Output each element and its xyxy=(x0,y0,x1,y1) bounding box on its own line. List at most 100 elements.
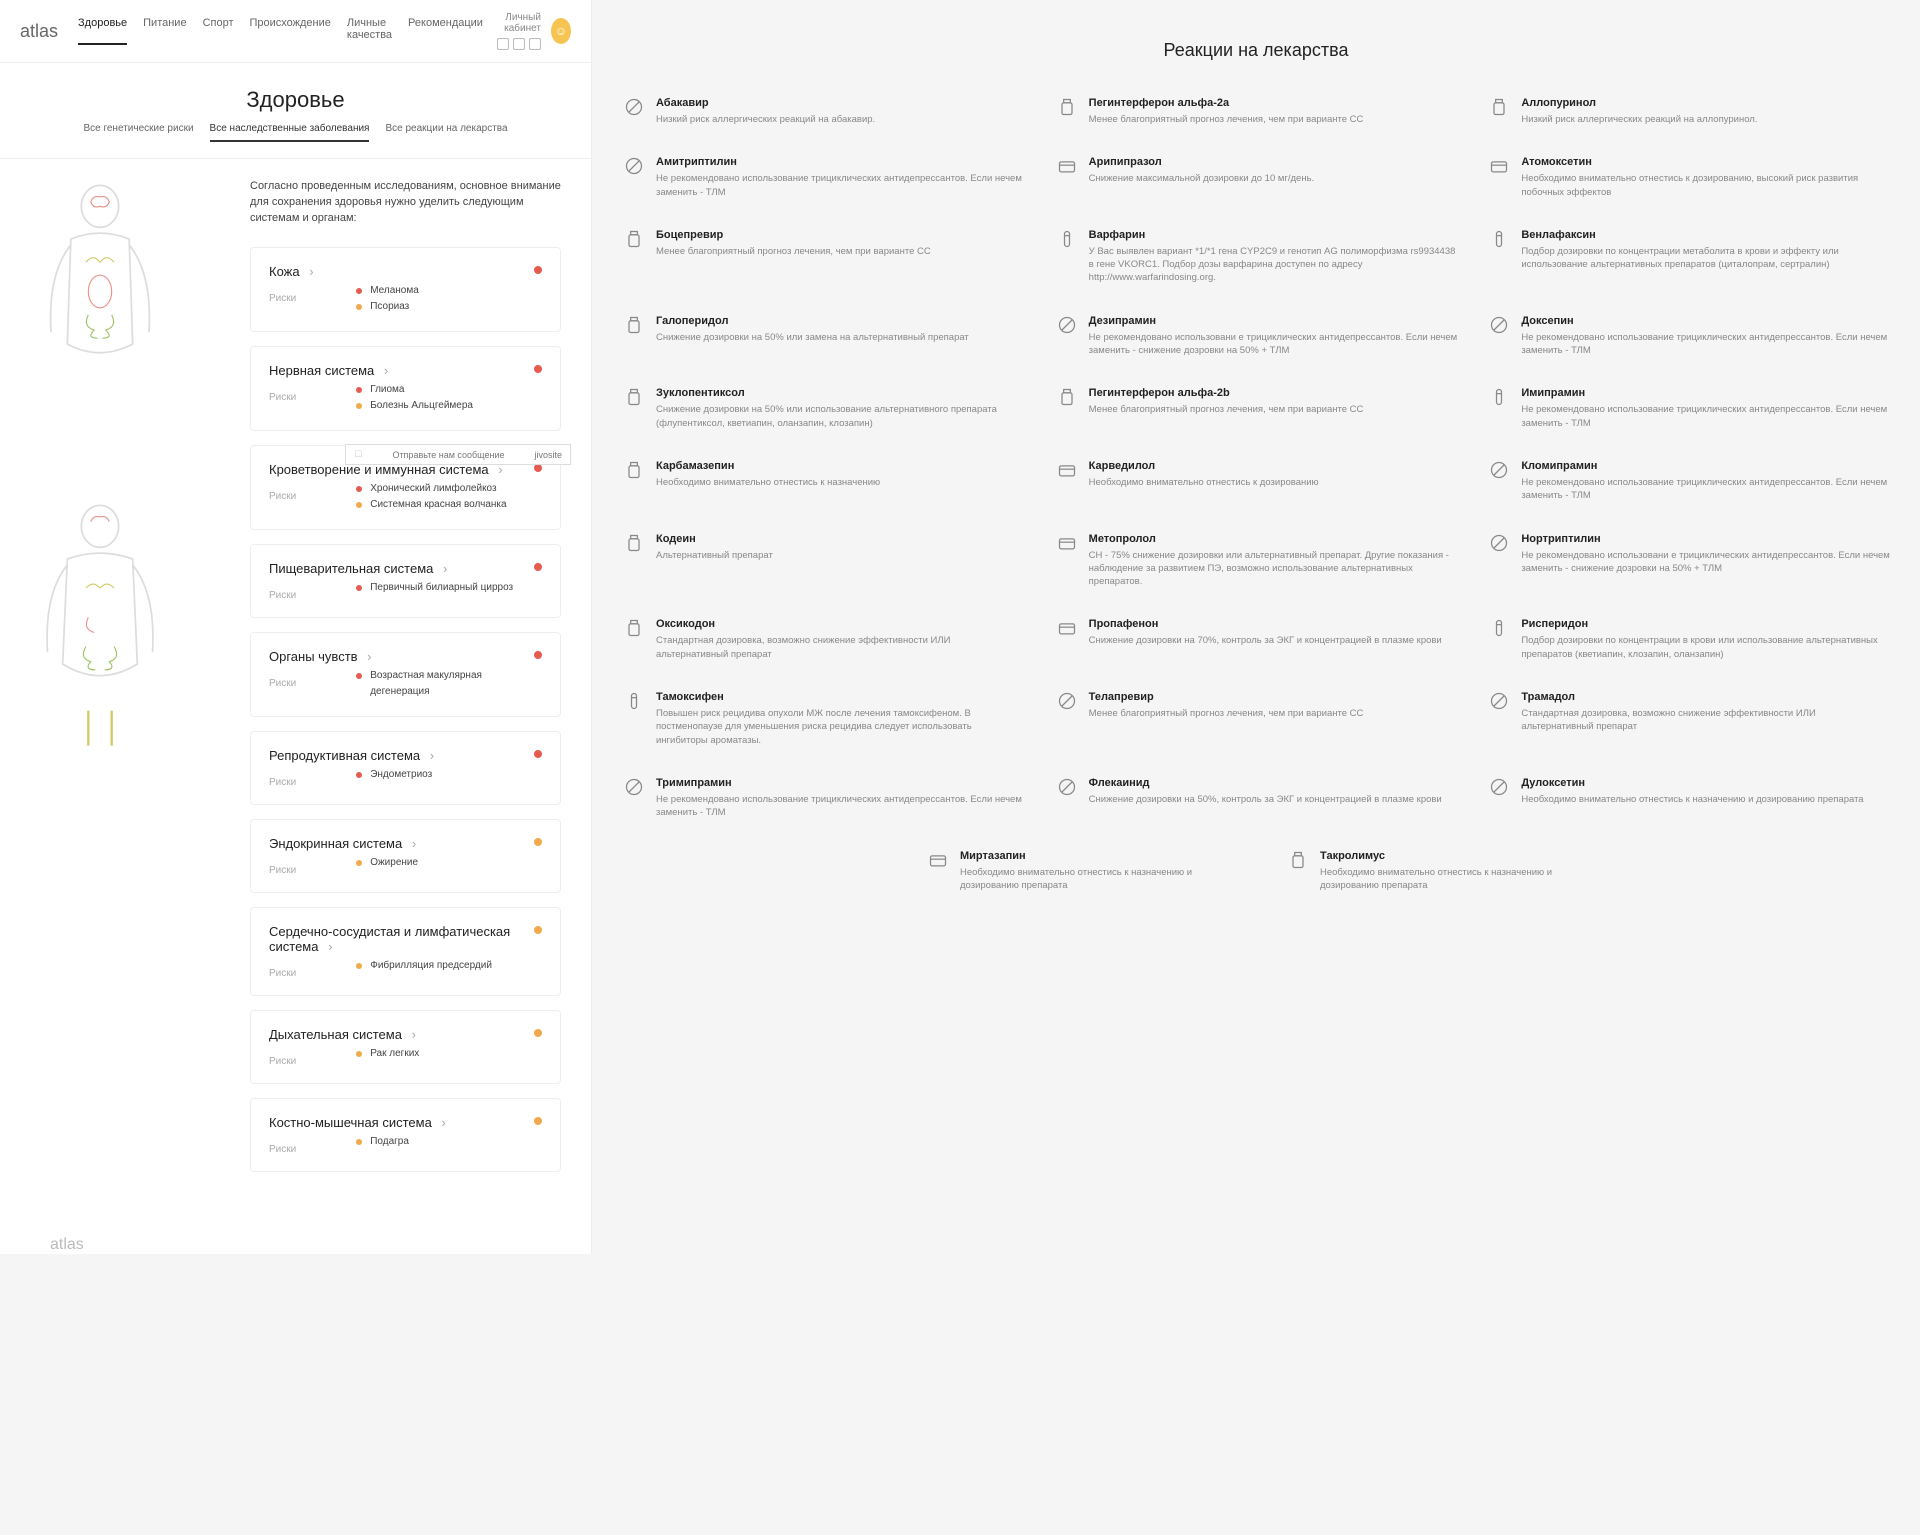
nav-item[interactable]: Здоровье xyxy=(78,17,127,45)
drug-name: Метопролол xyxy=(1089,533,1458,545)
risk-item[interactable]: Подагра xyxy=(356,1134,409,1150)
drug-name: Зуклопентиксол xyxy=(656,387,1025,399)
drug-desc: Менее благоприятный прогноз лечения, чем… xyxy=(1089,403,1364,416)
system-title[interactable]: Дыхательная система › xyxy=(269,1027,542,1042)
drug-item[interactable]: АллопуринолНизкий риск аллергических реа… xyxy=(1487,97,1890,126)
nav-item[interactable]: Рекомендации xyxy=(408,17,483,45)
drug-item[interactable]: ОксикодонСтандартная дозировка, возможно… xyxy=(622,618,1025,661)
drug-item[interactable]: ДулоксетинНеобходимо внимательно отнести… xyxy=(1487,777,1890,820)
drug-item[interactable]: КарведилолНеобходимо внимательно отнести… xyxy=(1055,460,1458,503)
drug-name: Рисперидон xyxy=(1521,618,1890,630)
system-title[interactable]: Кожа › xyxy=(269,264,542,279)
risk-item[interactable]: Меланома xyxy=(356,283,419,299)
footer-logo[interactable]: atlas xyxy=(50,1236,591,1254)
system-title[interactable]: Эндокринная система › xyxy=(269,836,542,851)
drug-name: Кломипрамин xyxy=(1521,460,1890,472)
subtab[interactable]: Все наследственные заболевания xyxy=(210,123,370,142)
drug-item[interactable]: АбакавирНизкий риск аллергических реакци… xyxy=(622,97,1025,126)
drug-name: Арипипразол xyxy=(1089,156,1315,168)
drug-item[interactable]: Амитриптилин Не рекомендовано использован… xyxy=(622,156,1025,199)
drug-item[interactable]: МиртазапинНеобходимо внимательно отнести… xyxy=(926,850,1226,893)
drug-item[interactable]: ТелапревирМенее благоприятный прогноз ле… xyxy=(1055,691,1458,747)
icon-box-2[interactable] xyxy=(513,38,525,50)
drug-item[interactable]: КарбамазепинНеобходимо внимательно отнес… xyxy=(622,460,1025,503)
logo[interactable]: atlas xyxy=(20,21,58,42)
nav-item[interactable]: Личные качества xyxy=(347,17,392,45)
drug-item[interactable]: ИмипраминНе рекомендовано использование … xyxy=(1487,387,1890,430)
system-title[interactable]: Органы чувств › xyxy=(269,649,542,664)
drug-item[interactable]: Метопролол СН - 75% снижение дозировки ил… xyxy=(1055,533,1458,589)
risk-item[interactable]: Глиома xyxy=(356,382,473,398)
system-card: Органы чувств ›РискиВозрастная макулярна… xyxy=(250,632,561,717)
drug-desc: Низкий риск аллергических реакций на аба… xyxy=(656,113,875,126)
icon-box-1[interactable] xyxy=(497,38,509,50)
drug-pill-icon xyxy=(622,97,646,121)
system-title[interactable]: Репродуктивная система › xyxy=(269,748,542,763)
drug-item[interactable]: РисперидонПодбор дозировки по концентрац… xyxy=(1487,618,1890,661)
drug-name: Оксикодон xyxy=(656,618,1025,630)
subtab[interactable]: Все генетические риски xyxy=(83,123,193,142)
drug-bottle-icon xyxy=(622,315,646,339)
nav-item[interactable]: Питание xyxy=(143,17,186,45)
drug-item[interactable]: Арипипразол Снижение максимальной дозиров… xyxy=(1055,156,1458,199)
drug-item[interactable]: АтомоксетинНеобходимо внимательно отнест… xyxy=(1487,156,1890,199)
drug-desc: Не рекомендовано использование трициклич… xyxy=(656,172,1025,199)
drug-item[interactable]: НортриптилинНе рекомендовано использован… xyxy=(1487,533,1890,589)
drug-name: Амитриптилин xyxy=(656,156,1025,168)
drug-item[interactable]: ВенлафаксинПодбор дозировки по концентра… xyxy=(1487,229,1890,285)
drug-name: Кодеин xyxy=(656,533,773,545)
drug-item[interactable]: ТамоксифенПовышен риск рецидива опухоли … xyxy=(622,691,1025,747)
drug-item[interactable]: ТрамадолСтандартная дозировка, возможно … xyxy=(1487,691,1890,747)
drug-tube-icon xyxy=(1055,229,1079,253)
drug-item[interactable]: ВарфаринУ Вас выявлен вариант *1/*1 гена… xyxy=(1055,229,1458,285)
nav-item[interactable]: Спорт xyxy=(203,17,234,45)
drug-item[interactable]: ЗуклопентиксолСнижение дозировки на 50% … xyxy=(622,387,1025,430)
drug-item[interactable]: КломипраминНе рекомендовано использовани… xyxy=(1487,460,1890,503)
risk-item[interactable]: Эндометриоз xyxy=(356,767,432,783)
nav-item[interactable]: Происхождение xyxy=(250,17,331,45)
drug-desc: СН - 75% снижение дозировки или альтерна… xyxy=(1089,549,1458,589)
drug-item[interactable]: Галоперидол Снижение дозировки на 50% или… xyxy=(622,315,1025,358)
risk-item[interactable]: Ожирение xyxy=(356,855,418,871)
drug-item[interactable]: ДезипраминНе рекомендовано использовани … xyxy=(1055,315,1458,358)
icon-box-3[interactable] xyxy=(529,38,541,50)
chat-widget[interactable]: ☐ Отправьте нам сообщение jivosite xyxy=(345,444,571,465)
risk-item[interactable]: Псориаз xyxy=(356,299,419,315)
system-title[interactable]: Сердечно-сосудистая и лимфатическая сист… xyxy=(269,924,542,954)
system-title[interactable]: Нервная система › xyxy=(269,363,542,378)
drug-card-icon xyxy=(1055,533,1079,557)
drug-name: Галоперидол xyxy=(656,315,969,327)
drug-name: Пегинтерферон альфа-2a xyxy=(1089,97,1364,109)
chevron-right-icon: › xyxy=(441,1115,445,1130)
system-title[interactable]: Костно-мышечная система › xyxy=(269,1115,542,1130)
chevron-right-icon: › xyxy=(412,1027,416,1042)
drug-item[interactable]: Пегинтерферон альфа-2b Менее благоприятны… xyxy=(1055,387,1458,430)
drug-item[interactable]: ПропафенонСнижение дозировки на 70%, кон… xyxy=(1055,618,1458,661)
drug-item[interactable]: ДоксепинНе рекомендовано использование т… xyxy=(1487,315,1890,358)
drug-item[interactable]: ФлекаинидСнижение дозировки на 50%, конт… xyxy=(1055,777,1458,820)
drug-item[interactable]: ТримипраминНе рекомендовано использовани… xyxy=(622,777,1025,820)
drug-item[interactable]: Пегинтерферон альфа-2aМенее благоприятны… xyxy=(1055,97,1458,126)
drug-item[interactable]: КодеинАльтернативный препарат xyxy=(622,533,1025,589)
content: Согласно проведенным исследованиям, осно… xyxy=(0,159,591,1206)
drug-pill-icon xyxy=(1487,533,1511,557)
drug-item[interactable]: ТакролимусНеобходимо внимательно отнести… xyxy=(1286,850,1586,893)
risk-item[interactable]: Возрастная макулярная дегенерация xyxy=(356,668,542,700)
drug-desc: Снижение максимальной дозировки до 10 мг… xyxy=(1089,172,1315,185)
account-label[interactable]: Личный кабинет xyxy=(483,12,541,34)
subtab[interactable]: Все реакции на лекарства xyxy=(385,123,507,142)
drug-bottle-icon xyxy=(622,533,646,557)
drug-item[interactable]: БоцепревирМенее благоприятный прогноз ле… xyxy=(622,229,1025,285)
avatar[interactable]: ☺ xyxy=(551,18,571,44)
risk-item[interactable]: Болезнь Альцгеймера xyxy=(356,398,473,414)
risk-list: Ожирение xyxy=(356,855,418,876)
system-title[interactable]: Пищеварительная система › xyxy=(269,561,542,576)
risk-item[interactable]: Первичный билиарный цирроз xyxy=(356,580,513,596)
risk-item[interactable]: Системная красная волчанка xyxy=(356,497,506,513)
risk-item[interactable]: Фибрилляция предсердий xyxy=(356,958,492,974)
drug-name: Пегинтерферон альфа-2b xyxy=(1089,387,1364,399)
drug-desc: Снижение дозировки на 50% или замена на … xyxy=(656,331,969,344)
drug-desc: Не рекомендовано использовани е трицикли… xyxy=(1089,331,1458,358)
risk-item[interactable]: Хронический лимфолейкоз xyxy=(356,481,506,497)
risk-item[interactable]: Рак легких xyxy=(356,1046,419,1062)
